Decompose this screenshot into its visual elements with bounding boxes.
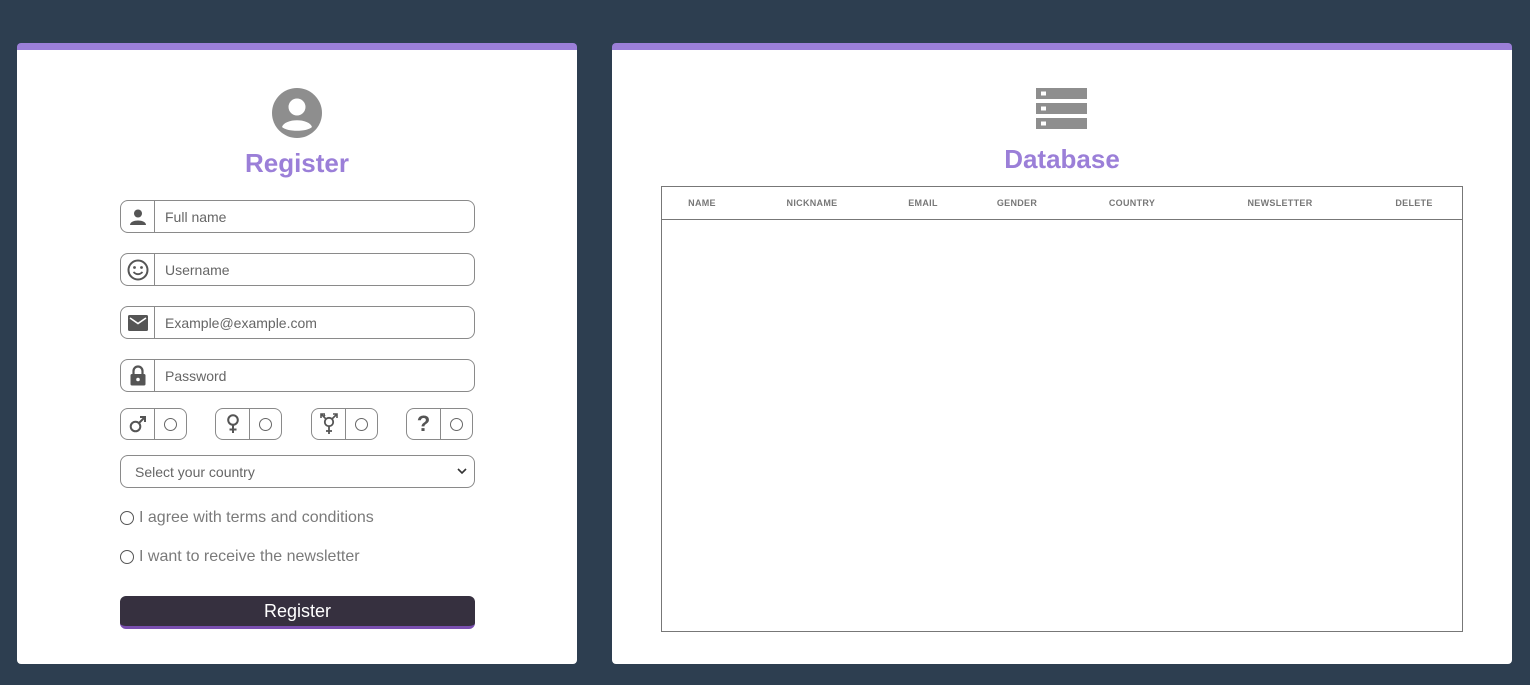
column-header-email: EMAIL bbox=[908, 198, 938, 208]
database-icon bbox=[1036, 88, 1087, 129]
username-field bbox=[120, 253, 475, 286]
transgender-icon bbox=[312, 409, 346, 439]
username-input[interactable] bbox=[155, 254, 474, 285]
column-header-delete: DELETE bbox=[1395, 198, 1433, 208]
envelope-icon bbox=[121, 307, 155, 338]
gender-option-female[interactable] bbox=[215, 408, 282, 440]
gender-female-radio[interactable] bbox=[259, 417, 272, 431]
fullname-input[interactable] bbox=[155, 201, 474, 232]
newsletter-option[interactable]: I want to receive the newsletter bbox=[120, 548, 360, 566]
database-title: Database bbox=[1004, 144, 1120, 174]
gender-option-male[interactable] bbox=[120, 408, 187, 440]
database-card: Database NAME NICKNAME EMAIL GENDER COUN… bbox=[612, 43, 1512, 664]
column-header-newsletter: NEWSLETTER bbox=[1247, 198, 1313, 208]
fullname-field bbox=[120, 200, 475, 233]
person-icon bbox=[121, 201, 155, 232]
gender-male-radio[interactable] bbox=[164, 417, 177, 431]
terms-radio[interactable] bbox=[120, 511, 134, 525]
lock-icon bbox=[121, 360, 155, 391]
chevron-down-icon bbox=[457, 468, 467, 475]
database-table: NAME NICKNAME EMAIL GENDER COUNTRY NEWSL… bbox=[661, 186, 1463, 632]
register-card: Register Full name Username Example@exam… bbox=[17, 43, 577, 664]
country-select-value: Select your country bbox=[135, 463, 255, 480]
gender-option-other[interactable]: ? bbox=[406, 408, 473, 440]
smiley-icon bbox=[121, 254, 155, 285]
newsletter-label: I want to receive the newsletter bbox=[139, 548, 360, 565]
column-header-nickname: NICKNAME bbox=[786, 198, 838, 208]
password-field bbox=[120, 359, 475, 392]
question-icon: ? bbox=[407, 409, 441, 439]
email-field bbox=[120, 306, 475, 339]
password-input[interactable] bbox=[155, 360, 474, 391]
terms-option[interactable]: I agree with terms and conditions bbox=[120, 509, 374, 527]
column-header-gender: GENDER bbox=[996, 198, 1038, 208]
register-title: Register bbox=[244, 148, 350, 178]
male-icon bbox=[121, 409, 155, 439]
user-avatar-icon bbox=[272, 88, 322, 138]
gender-option-transgender[interactable] bbox=[311, 408, 378, 440]
register-button[interactable]: Register bbox=[120, 596, 475, 629]
table-header: NAME NICKNAME EMAIL GENDER COUNTRY NEWSL… bbox=[662, 187, 1462, 220]
female-icon bbox=[216, 409, 250, 439]
column-header-country: COUNTRY bbox=[1108, 198, 1156, 208]
terms-label: I agree with terms and conditions bbox=[139, 509, 374, 526]
email-input[interactable] bbox=[155, 307, 474, 338]
column-header-name: NAME bbox=[688, 198, 716, 208]
gender-transgender-radio[interactable] bbox=[355, 417, 368, 431]
newsletter-radio[interactable] bbox=[120, 550, 134, 564]
gender-other-radio[interactable] bbox=[450, 417, 463, 431]
country-select[interactable]: Select your country bbox=[120, 455, 475, 488]
